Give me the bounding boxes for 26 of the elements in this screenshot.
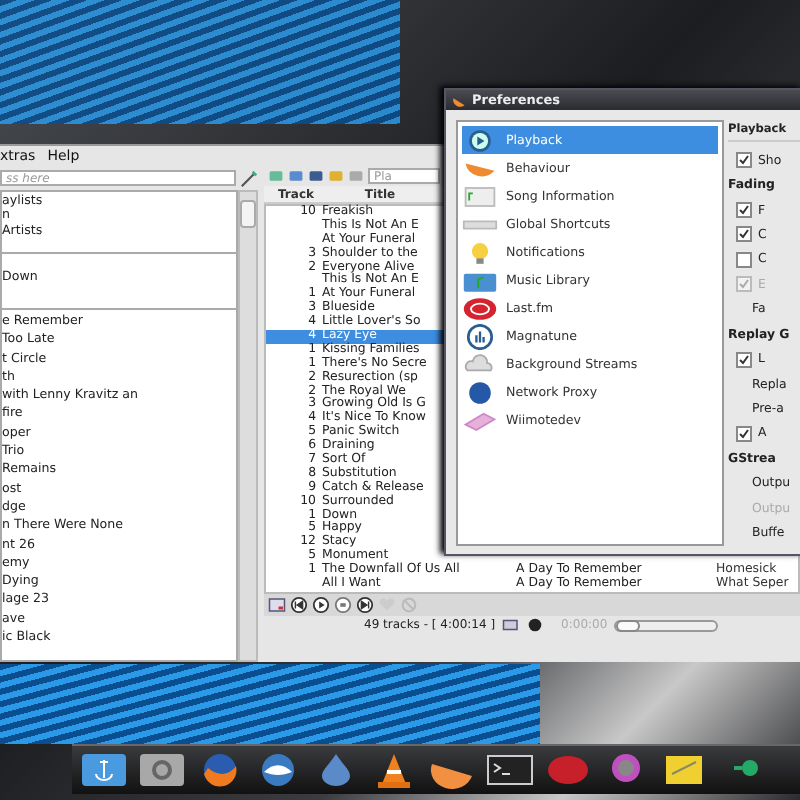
- anchor-icon[interactable]: [80, 750, 128, 790]
- checkbox[interactable]: [736, 152, 752, 169]
- stop-icon[interactable]: [334, 595, 352, 614]
- doc-icon: [462, 183, 498, 209]
- next-icon[interactable]: [356, 595, 374, 614]
- bars-icon: [462, 323, 498, 349]
- seek-slider[interactable]: [613, 619, 718, 632]
- window-icon[interactable]: [268, 595, 286, 614]
- checkbox[interactable]: [736, 251, 752, 268]
- play-icon[interactable]: [312, 595, 330, 614]
- speech-bubble-icon[interactable]: [544, 750, 592, 790]
- checkbox[interactable]: [736, 226, 752, 243]
- scrollbar[interactable]: [238, 190, 258, 662]
- checkbox[interactable]: [736, 351, 752, 368]
- window-icon[interactable]: [501, 616, 520, 635]
- gear-icon[interactable]: [138, 750, 186, 790]
- previous-icon[interactable]: [290, 595, 308, 614]
- checkbox[interactable]: [736, 202, 752, 219]
- wand-icon[interactable]: [240, 169, 258, 187]
- cloud-icon: [462, 351, 498, 377]
- note-icon[interactable]: [660, 750, 708, 790]
- terminal-icon[interactable]: [486, 750, 534, 790]
- checkbox[interactable]: [736, 425, 752, 442]
- slider-handle[interactable]: [615, 619, 640, 632]
- fruit-slice-icon: [452, 93, 466, 107]
- lastfm-icon: [462, 295, 498, 321]
